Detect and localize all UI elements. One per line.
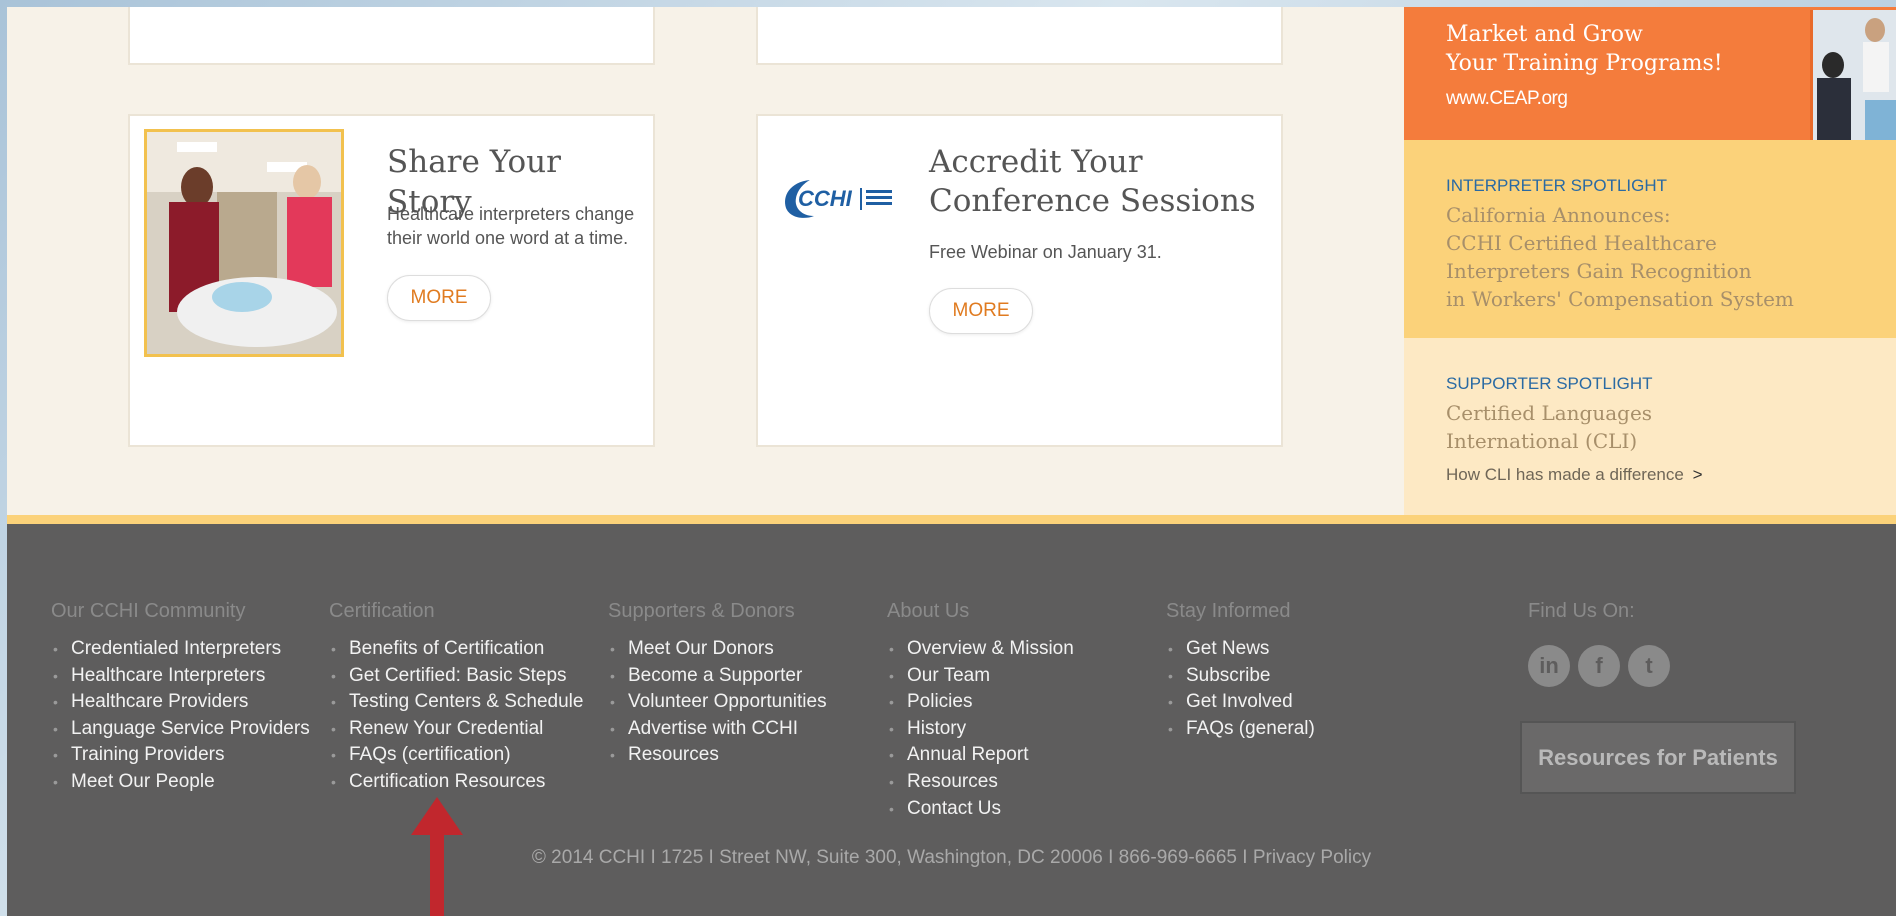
footer-heading-community: Our CCHI Community xyxy=(51,600,246,622)
footer-link[interactable]: Our Team xyxy=(887,663,1074,690)
accredit-text: Free Webinar on January 31. xyxy=(929,242,1162,262)
footer-link[interactable]: Renew Your Credential xyxy=(329,716,583,743)
footer: Our CCHI Community Credentialed Interpre… xyxy=(7,515,1896,916)
footer-link[interactable]: Volunteer Opportunities xyxy=(608,689,827,716)
photo-illustration xyxy=(147,132,341,354)
footer-link[interactable]: Annual Report xyxy=(887,742,1074,769)
footer-link[interactable]: Meet Our People xyxy=(51,769,310,796)
cchi-logo: CCHI xyxy=(780,174,900,224)
resources-for-patients-button[interactable]: Resources for Patients xyxy=(1520,721,1796,794)
footer-link[interactable]: Become a Supporter xyxy=(608,663,827,690)
supporter-link[interactable]: How CLI has made a difference > xyxy=(1446,465,1703,485)
footer-list-stay-informed: Get News Subscribe Get Involved FAQs (ge… xyxy=(1166,636,1315,742)
interpreter-line-2[interactable]: CCHI Certified Healthcare xyxy=(1446,231,1717,255)
story-text: Healthcare interpreters change their wor… xyxy=(387,204,635,248)
linkedin-icon[interactable]: in xyxy=(1528,645,1570,687)
copyright: © 2014 CCHI I 1725 I Street NW, Suite 30… xyxy=(531,847,1372,868)
story-more-button[interactable]: MORE xyxy=(387,275,491,321)
arrow-up-icon xyxy=(411,797,463,916)
footer-heading-certification: Certification xyxy=(329,600,435,622)
footer-link[interactable]: Certification Resources xyxy=(329,769,583,796)
interpreter-spotlight-label: INTERPRETER SPOTLIGHT xyxy=(1446,176,1668,195)
svg-text:CCHI: CCHI xyxy=(798,186,853,211)
footer-heading-about: About Us xyxy=(887,600,970,622)
supporter-line-2[interactable]: International (CLI) xyxy=(1446,429,1637,453)
promo-url[interactable]: www.CEAP.org xyxy=(1446,88,1568,110)
chevron-right-icon: > xyxy=(1692,465,1703,484)
footer-link[interactable]: History xyxy=(887,716,1074,743)
footer-link[interactable]: Resources xyxy=(608,742,827,769)
facebook-icon[interactable]: f xyxy=(1578,645,1620,687)
content-area: Share Your Story Healthcare interpreters… xyxy=(7,7,1896,515)
footer-link[interactable]: Contact Us xyxy=(887,796,1074,823)
twitter-icon[interactable]: t xyxy=(1628,645,1670,687)
accredit-more-button[interactable]: MORE xyxy=(929,288,1033,334)
supporter-spotlight: SUPPORTER SPOTLIGHT Certified Languages … xyxy=(1404,338,1896,515)
footer-link[interactable]: Overview & Mission xyxy=(887,636,1074,663)
footer-heading-stay-informed: Stay Informed xyxy=(1166,600,1291,622)
footer-link[interactable]: Healthcare Interpreters xyxy=(51,663,310,690)
supporter-link-text[interactable]: How CLI has made a difference xyxy=(1446,465,1684,484)
accredit-title-line2: Conference Sessions xyxy=(929,183,1256,219)
footer-link[interactable]: Resources xyxy=(887,769,1074,796)
footer-list-community: Credentialed Interpreters Healthcare Int… xyxy=(51,636,310,796)
interpreter-spotlight: INTERPRETER SPOTLIGHT California Announc… xyxy=(1404,140,1896,338)
sidebar: Market and Grow Your Training Programs! … xyxy=(1404,7,1896,515)
footer-link[interactable]: Advertise with CCHI xyxy=(608,716,827,743)
footer-link[interactable]: Healthcare Providers xyxy=(51,689,310,716)
footer-link[interactable]: FAQs (certification) xyxy=(329,742,583,769)
footer-link[interactable]: Testing Centers & Schedule xyxy=(329,689,583,716)
page: Share Your Story Healthcare interpreters… xyxy=(7,7,1896,916)
footer-link[interactable]: Language Service Providers xyxy=(51,716,310,743)
promo-line1: Market and Grow xyxy=(1446,22,1643,47)
interpreter-line-3[interactable]: Interpreters Gain Recognition xyxy=(1446,259,1752,283)
footer-link[interactable]: Subscribe xyxy=(1166,663,1315,690)
promo-line2: Your Training Programs! xyxy=(1446,51,1723,76)
footer-list-about: Overview & Mission Our Team Policies His… xyxy=(887,636,1074,822)
card-accredit: CCHI Accredit Your Conference Sessions F… xyxy=(756,114,1283,447)
footer-link[interactable]: Meet Our Donors xyxy=(608,636,827,663)
accredit-title-line1: Accredit Your xyxy=(929,144,1143,180)
footer-heading-supporters: Supporters & Donors xyxy=(608,600,795,622)
ceap-promo[interactable]: Market and Grow Your Training Programs! … xyxy=(1404,7,1896,140)
footer-link[interactable]: FAQs (general) xyxy=(1166,716,1315,743)
footer-link[interactable]: Get Involved xyxy=(1166,689,1315,716)
footer-link[interactable]: Get News xyxy=(1166,636,1315,663)
footer-link[interactable]: Benefits of Certification xyxy=(329,636,583,663)
footer-list-certification: Benefits of Certification Get Certified:… xyxy=(329,636,583,796)
footer-link[interactable]: Policies xyxy=(887,689,1074,716)
promo-photo xyxy=(1810,10,1896,140)
footer-link[interactable]: Credentialed Interpreters xyxy=(51,636,310,663)
card-share-story: Share Your Story Healthcare interpreters… xyxy=(128,114,655,447)
interpreter-photo xyxy=(144,129,344,357)
supporter-line-1[interactable]: Certified Languages xyxy=(1446,401,1652,425)
cchi-logo-icon: CCHI xyxy=(785,180,892,218)
find-us-heading: Find Us On: xyxy=(1528,600,1635,622)
card-top-left xyxy=(128,7,655,65)
supporter-spotlight-label: SUPPORTER SPOTLIGHT xyxy=(1446,374,1653,393)
promo-photo-illustration xyxy=(1813,10,1896,140)
interpreter-line-4[interactable]: in Workers' Compensation System xyxy=(1446,287,1794,311)
footer-list-supporters: Meet Our Donors Become a Supporter Volun… xyxy=(608,636,827,769)
card-top-right xyxy=(756,7,1283,65)
footer-link[interactable]: Get Certified: Basic Steps xyxy=(329,663,583,690)
interpreter-line-1[interactable]: California Announces: xyxy=(1446,203,1671,227)
footer-link[interactable]: Training Providers xyxy=(51,742,310,769)
